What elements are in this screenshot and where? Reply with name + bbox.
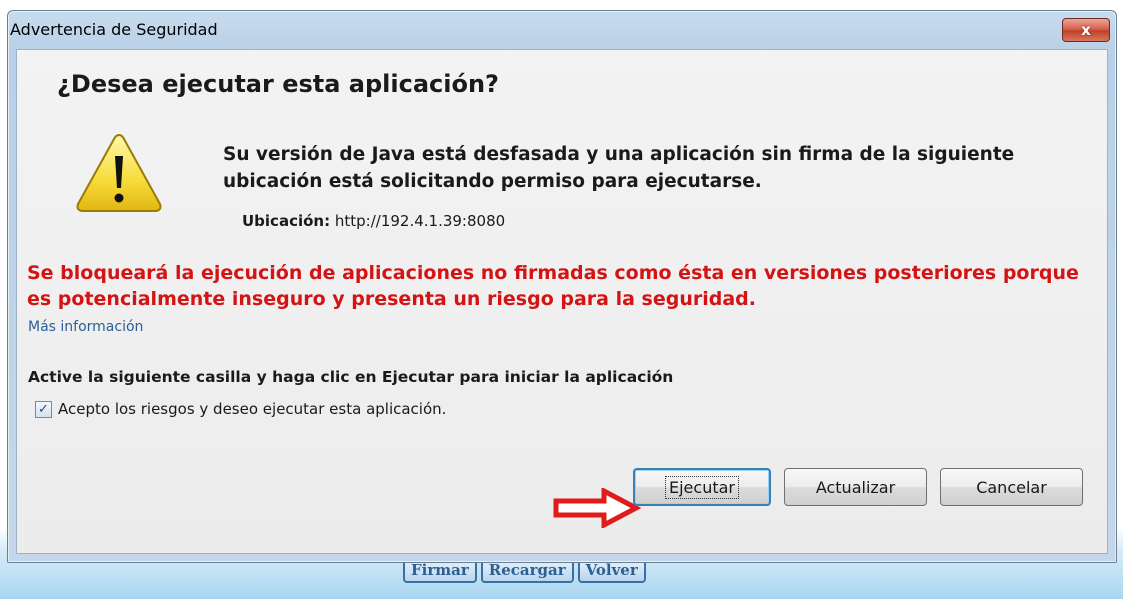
red-arrow-icon bbox=[553, 488, 642, 528]
location-label: Ubicación: bbox=[242, 212, 331, 230]
accept-risk-row[interactable]: ✓ Acepto los riesgos y deseo ejecutar es… bbox=[35, 400, 446, 418]
run-button[interactable]: Ejecutar bbox=[633, 468, 771, 506]
warning-message: Su versión de Java está desfasada y una … bbox=[223, 144, 1015, 192]
accept-risk-checkbox[interactable]: ✓ bbox=[35, 400, 52, 418]
instruction-text: Active la siguiente casilla y haga clic … bbox=[28, 368, 674, 386]
dialog-heading: ¿Desea ejecutar esta aplicación? bbox=[57, 70, 499, 98]
update-button-label: Actualizar bbox=[815, 477, 896, 497]
accept-risk-label[interactable]: Acepto los riesgos y deseo ejecutar esta… bbox=[58, 400, 446, 418]
more-info-link[interactable]: Más información bbox=[28, 319, 143, 335]
close-button[interactable]: x bbox=[1062, 18, 1110, 42]
dialog-content: ¿Desea ejecutar esta aplicación? Su vers… bbox=[16, 49, 1108, 554]
window-title: Advertencia de Seguridad bbox=[10, 20, 218, 39]
cancel-button[interactable]: Cancelar bbox=[940, 468, 1083, 506]
blocking-warning: Se bloqueará la ejecución de aplicacione… bbox=[27, 262, 1079, 310]
close-icon: x bbox=[1081, 21, 1091, 39]
run-button-label: Ejecutar bbox=[665, 475, 739, 499]
update-button[interactable]: Actualizar bbox=[784, 468, 927, 506]
background-buttons-clip: Firmar Recargar Volver bbox=[0, 557, 1123, 599]
location-value: http://192.4.1.39:8080 bbox=[334, 212, 506, 230]
location-line: Ubicación: http://192.4.1.39:8080 bbox=[242, 212, 505, 230]
title-bar[interactable]: Advertencia de Seguridad x bbox=[8, 11, 1116, 47]
cancel-button-label: Cancelar bbox=[976, 477, 1047, 497]
warning-triangle-icon bbox=[76, 133, 162, 212]
security-warning-dialog: Advertencia de Seguridad x ¿Desea ejecut… bbox=[7, 10, 1117, 563]
